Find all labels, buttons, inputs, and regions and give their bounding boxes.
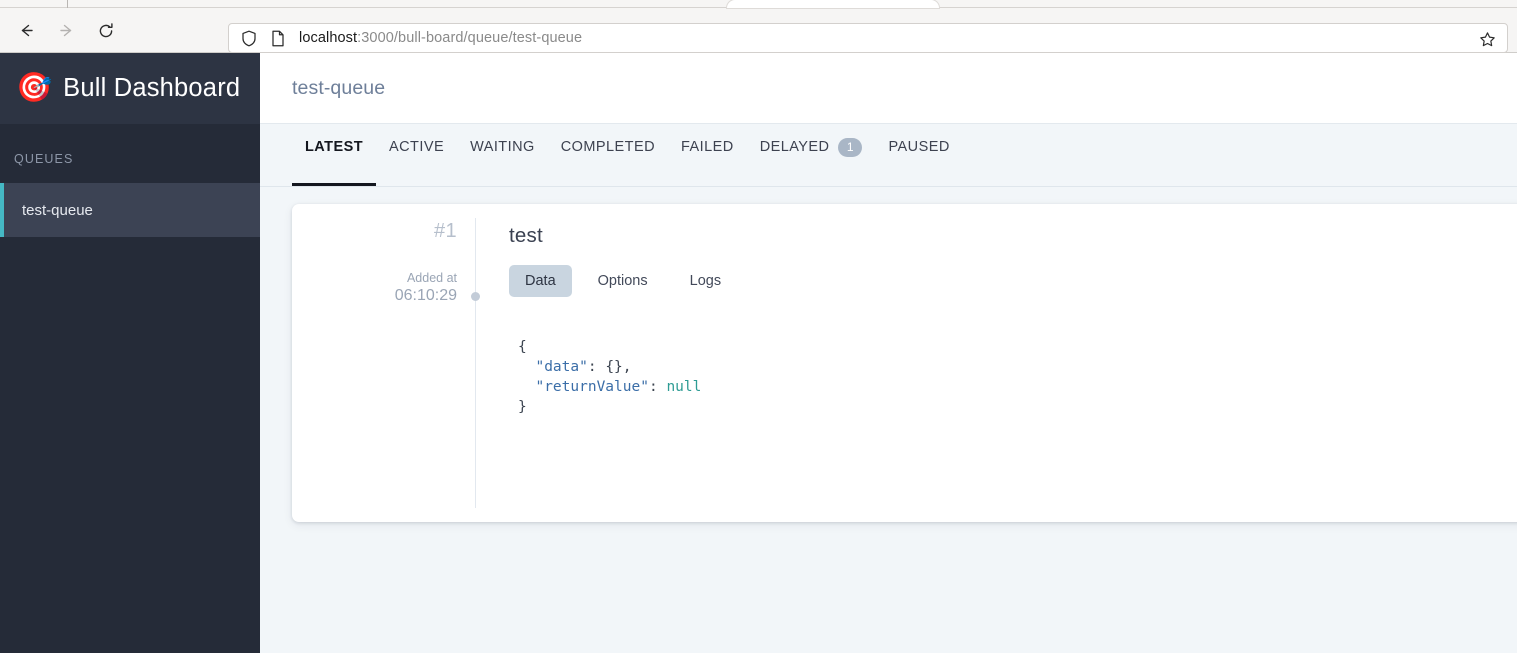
job-name: test (509, 224, 543, 247)
tab-paused[interactable]: PAUSED (875, 124, 962, 186)
job-timeline-dot (471, 292, 480, 301)
page-info-icon[interactable] (271, 30, 285, 47)
tab-active[interactable]: ACTIVE (376, 124, 457, 186)
job-tab-label: Data (525, 273, 556, 289)
tab-label: ACTIVE (389, 139, 445, 155)
job-added-time: 06:10:29 (394, 287, 457, 304)
status-tabs: LATEST ACTIVE WAITING COMPLETED FAILED D… (260, 124, 1517, 187)
job-tab-data[interactable]: Data (509, 265, 572, 297)
back-button[interactable] (10, 15, 42, 47)
tab-label: LATEST (305, 139, 364, 155)
job-id: #1 (433, 220, 457, 242)
sidebar-item-test-queue[interactable]: test-queue (0, 183, 260, 237)
tab-label: PAUSED (888, 139, 950, 155)
json-key-returnvalue: "returnValue" (535, 379, 649, 395)
job-body: test Data Options Logs { "data": {}, "re… (476, 204, 1517, 522)
job-card[interactable]: #1 Added at 06:10:29 test Data Options L… (292, 204, 1517, 522)
job-tab-options[interactable]: Options (582, 265, 664, 297)
browser-tab-active[interactable] (727, 0, 939, 8)
queues-section-label: QUEUES (14, 152, 74, 166)
browser-tabstrip (0, 0, 1517, 8)
json-value-returnvalue: null (666, 379, 702, 395)
tab-label: DELAYED (759, 139, 830, 155)
address-bar[interactable]: localhost:3000/bull-board/queue/test-que… (228, 23, 1508, 53)
tab-delayed[interactable]: DELAYED 1 (747, 124, 876, 186)
page-header: test-queue (260, 53, 1517, 124)
tab-failed[interactable]: FAILED (668, 124, 747, 186)
dart-target-logo-icon: 🎯 (16, 72, 53, 104)
tab-label: WAITING (470, 139, 535, 155)
browser-chrome: localhost:3000/bull-board/queue/test-que… (0, 0, 1517, 53)
url-path: :3000/bull-board/queue/test-queue (357, 30, 583, 46)
job-timeline (471, 218, 480, 508)
brand-header[interactable]: 🎯 Bull Dashboard (0, 53, 260, 124)
job-tab-logs[interactable]: Logs (674, 265, 737, 297)
tab-delayed-badge: 1 (838, 137, 863, 157)
json-key-data: "data" (535, 359, 588, 375)
json-line-open: { (518, 339, 527, 355)
tab-latest[interactable]: LATEST (292, 124, 377, 186)
sidebar-item-label: test-queue (22, 201, 93, 219)
browser-toolbar: localhost:3000/bull-board/queue/test-que… (0, 9, 1517, 53)
bookmark-star-icon[interactable] (1477, 29, 1497, 49)
job-data-json: { "data": {}, "returnValue": null } (509, 337, 1517, 417)
reload-arrow-icon (97, 22, 115, 40)
json-value-data: : {}, (587, 359, 632, 375)
app-shell: 🎯 Bull Dashboard QUEUES test-queue test-… (0, 53, 1517, 653)
job-tab-label: Options (597, 273, 648, 289)
url-text: localhost:3000/bull-board/queue/test-que… (299, 30, 582, 46)
back-arrow-icon (18, 22, 35, 39)
shield-icon[interactable] (241, 30, 257, 47)
tab-completed[interactable]: COMPLETED (548, 124, 668, 186)
tabstrip-divider (0, 0, 68, 8)
tab-label: COMPLETED (560, 139, 656, 155)
job-tab-label: Logs (689, 273, 722, 289)
sidebar: 🎯 Bull Dashboard QUEUES test-queue (0, 53, 260, 653)
tab-label: FAILED (681, 139, 734, 155)
job-added-label: Added at (406, 271, 457, 285)
forward-arrow-icon (58, 22, 75, 39)
page-title: test-queue (292, 76, 386, 99)
reload-button[interactable] (90, 15, 122, 47)
job-detail-tabs: Data Options Logs (509, 265, 1517, 297)
brand-title: Bull Dashboard (63, 74, 241, 102)
main-content: test-queue LATEST ACTIVE WAITING COMPLET… (260, 53, 1517, 653)
url-host: localhost (299, 30, 358, 46)
jobs-list: #1 Added at 06:10:29 test Data Options L… (260, 187, 1517, 653)
forward-button[interactable] (50, 15, 82, 47)
json-line-close: } (518, 399, 527, 415)
json-colon: : (648, 379, 667, 395)
job-meta: #1 Added at 06:10:29 (292, 204, 475, 522)
tab-waiting[interactable]: WAITING (457, 124, 548, 186)
